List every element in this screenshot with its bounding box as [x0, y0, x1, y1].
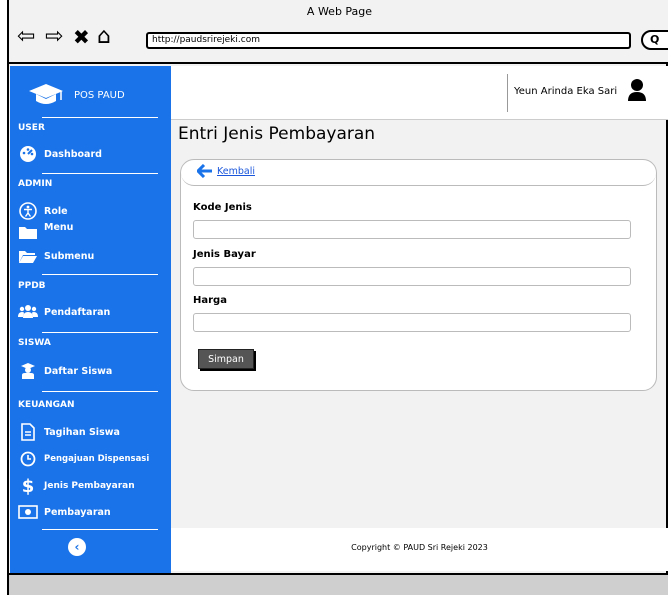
sidebar-divider — [42, 274, 158, 275]
card-header: Kembali — [181, 160, 656, 186]
clock-icon — [18, 451, 38, 467]
sidebar-divider — [42, 332, 158, 333]
sidebar-item-label: Daftar Siswa — [44, 365, 113, 377]
field-label-jenis-bayar: Jenis Bayar — [193, 249, 256, 260]
home-icon[interactable]: ⌂ — [97, 26, 111, 48]
topbar: Yeun Arinda Eka Sari — [171, 66, 668, 120]
topbar-divider — [507, 74, 508, 112]
section-title-keuangan: KEUANGAN — [18, 400, 75, 410]
sidebar-item-menu[interactable]: Menu — [18, 222, 73, 242]
field-label-kode-jenis: Kode Jenis — [193, 202, 252, 213]
document-icon — [18, 423, 38, 441]
search-icon: Q — [650, 33, 660, 46]
section-title-admin: ADMIN — [18, 179, 53, 189]
simpan-button[interactable]: Simpan — [198, 349, 254, 369]
users-icon — [18, 304, 38, 320]
sidebar-divider — [42, 529, 158, 530]
jenis-bayar-input[interactable] — [193, 267, 631, 286]
money-bill-icon — [18, 505, 38, 519]
harga-input[interactable] — [193, 313, 631, 332]
graduation-cap-icon — [29, 84, 63, 104]
dollar-icon: $ — [21, 475, 35, 497]
section-title-siswa: SISWA — [18, 338, 51, 348]
sidebar-item-pembayaran[interactable]: Pembayaran — [18, 502, 111, 522]
folder-open-icon — [18, 248, 38, 264]
arrow-left-icon — [197, 164, 212, 178]
section-title-user: USER — [18, 123, 45, 133]
brand[interactable]: POS PAUD — [28, 80, 125, 110]
sidebar-item-submenu[interactable]: Submenu — [18, 246, 94, 266]
sidebar-divider — [42, 391, 158, 392]
user-name[interactable]: Yeun Arinda Eka Sari — [514, 86, 617, 97]
search-button[interactable]: Q — [641, 30, 668, 50]
copyright-text: Copyright © PAUD Sri Rejeki 2023 — [351, 543, 488, 552]
user-avatar-icon[interactable] — [627, 78, 647, 102]
sidebar-item-label: Pembayaran — [44, 506, 111, 518]
sidebar-item-label: Dashboard — [44, 148, 102, 160]
close-icon[interactable]: ✖ — [73, 26, 90, 48]
section-title-ppdb: PPDB — [18, 281, 46, 291]
sidebar-divider — [42, 173, 158, 174]
browser-titlebar: A Web Page ⇦ ⇨ ✖ ⌂ http://paudsrirejeki.… — [7, 0, 668, 64]
kode-jenis-input[interactable] — [193, 220, 631, 239]
sidebar-item-pengajuan-dispensasi[interactable]: Pengajuan Dispensasi — [18, 449, 149, 469]
sidebar-item-dashboard[interactable]: Dashboard — [18, 144, 102, 164]
folder-icon — [18, 224, 38, 240]
accessibility-icon — [18, 202, 38, 220]
page-title: Entri Jenis Pembayaran — [178, 124, 376, 144]
sidebar-item-label: Pendaftaran — [44, 306, 111, 318]
browser-status-bar — [7, 573, 668, 595]
student-icon — [18, 362, 38, 380]
sidebar-item-jenis-pembayaran[interactable]: $ Jenis Pembayaran — [18, 475, 135, 497]
sidebar-item-label: Submenu — [44, 250, 95, 262]
sidebar-item-label: Menu — [44, 221, 74, 233]
sidebar-toggle-button[interactable]: ‹ — [68, 538, 86, 556]
sidebar-item-pendaftaran[interactable]: Pendaftaran — [18, 302, 110, 322]
dashboard-gauge-icon — [18, 145, 38, 163]
window-title: A Web Page — [306, 5, 373, 18]
sidebar-divider — [42, 117, 158, 118]
sidebar-item-daftar-siswa[interactable]: Daftar Siswa — [18, 361, 112, 381]
sidebar-item-label: Role — [44, 205, 68, 217]
back-link-label: Kembali — [217, 165, 255, 177]
sidebar: POS PAUD USER Dashboard ADMIN Role Menu … — [10, 66, 171, 573]
form-card: Kembali Kode Jenis Jenis Bayar Harga Sim… — [180, 159, 657, 391]
forward-arrow-icon[interactable]: ⇨ — [45, 26, 63, 48]
sidebar-item-label: Jenis Pembayaran — [44, 481, 135, 491]
url-bar[interactable]: http://paudsrirejeki.com — [146, 32, 631, 49]
field-label-harga: Harga — [193, 295, 227, 306]
brand-name: POS PAUD — [74, 89, 125, 101]
back-link[interactable]: Kembali — [197, 164, 255, 178]
back-arrow-icon[interactable]: ⇦ — [17, 26, 35, 48]
sidebar-item-role[interactable]: Role — [18, 201, 68, 221]
footer: Copyright © PAUD Sri Rejeki 2023 — [171, 528, 668, 571]
sidebar-item-label: Tagihan Siswa — [44, 426, 120, 438]
sidebar-item-tagihan-siswa[interactable]: Tagihan Siswa — [18, 422, 120, 442]
sidebar-item-label: Pengajuan Dispensasi — [44, 454, 150, 464]
